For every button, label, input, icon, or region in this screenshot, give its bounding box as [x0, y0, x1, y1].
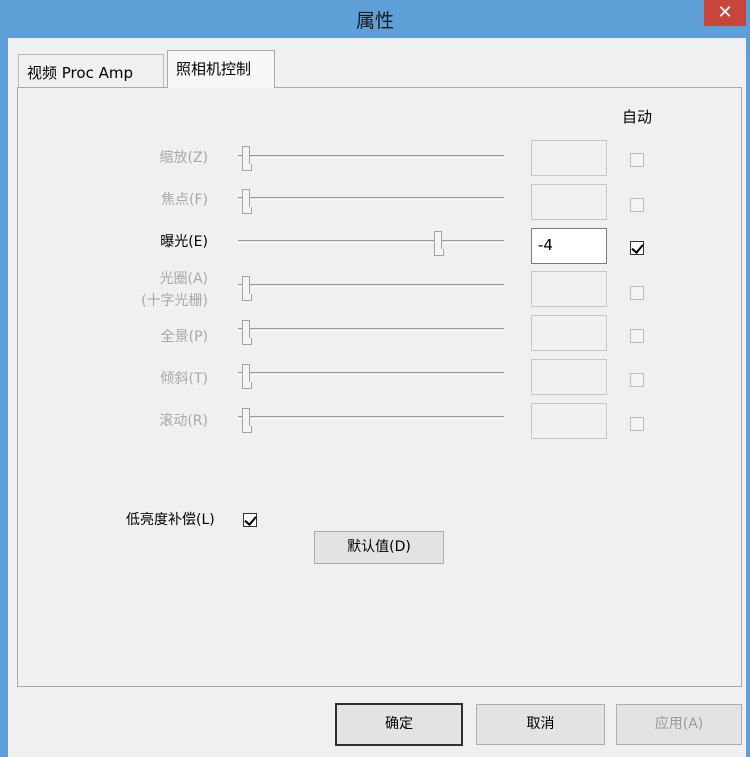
- zoom-slider-track[interactable]: [238, 155, 504, 158]
- iris-value-field[interactable]: [531, 271, 607, 307]
- tilt-slider-track[interactable]: [238, 372, 504, 375]
- auto-column-header: 自动: [622, 108, 653, 126]
- title-bar: 属性 ✕: [0, 0, 750, 38]
- pan-value-field[interactable]: [531, 315, 607, 351]
- zoom-slider-thumb[interactable]: [242, 146, 252, 171]
- cancel-button[interactable]: 取消: [476, 704, 605, 745]
- focus-label: 焦点(F): [161, 192, 208, 208]
- exposure-label: 曝光(E): [160, 234, 208, 250]
- default-button[interactable]: 默认值(D): [314, 531, 444, 564]
- iris-slider-thumb[interactable]: [242, 276, 252, 301]
- tab-camera-control[interactable]: 照相机控制: [167, 50, 275, 88]
- tilt-value-field[interactable]: [531, 359, 607, 395]
- iris-label: 光圈(A): [159, 271, 208, 287]
- pan-label: 全景(P): [160, 329, 208, 345]
- pan-slider-track[interactable]: [238, 328, 504, 331]
- focus-slider-thumb[interactable]: [242, 189, 252, 214]
- iris-label-sub: (十字光栅): [141, 293, 208, 309]
- exposure-auto-checkbox[interactable]: [630, 241, 644, 255]
- tab-video-proc-amp[interactable]: 视频 Proc Amp: [18, 54, 164, 87]
- focus-value-field[interactable]: [531, 184, 607, 220]
- roll-label: 滚动(R): [159, 413, 208, 429]
- low-light-label: 低亮度补偿(L): [126, 512, 215, 528]
- roll-slider-track[interactable]: [238, 416, 504, 419]
- exposure-value-field[interactable]: -4: [531, 228, 607, 264]
- focus-auto-checkbox[interactable]: [630, 198, 644, 212]
- focus-slider-track[interactable]: [238, 197, 504, 200]
- pan-slider-thumb[interactable]: [242, 320, 252, 345]
- zoom-value-field[interactable]: [531, 140, 607, 176]
- roll-auto-checkbox[interactable]: [630, 417, 644, 431]
- zoom-label: 缩放(Z): [159, 150, 208, 166]
- zoom-auto-checkbox[interactable]: [630, 153, 644, 167]
- tilt-label: 倾斜(T): [160, 371, 208, 387]
- roll-slider-thumb[interactable]: [242, 408, 252, 433]
- iris-auto-checkbox[interactable]: [630, 286, 644, 300]
- ok-button[interactable]: 确定: [335, 703, 463, 746]
- roll-value-field[interactable]: [531, 403, 607, 439]
- camera-control-panel: 自动 缩放(Z) 焦点(F) 曝光(E) -4 光圈(A) (十字光栅) 全景(…: [17, 87, 742, 687]
- dialog-body: 视频 Proc Amp 照相机控制 自动 缩放(Z) 焦点(F) 曝光(E) -…: [8, 38, 746, 757]
- pan-auto-checkbox[interactable]: [630, 329, 644, 343]
- iris-slider-track[interactable]: [238, 284, 504, 287]
- low-light-compensation: 低亮度补偿(L): [126, 509, 215, 529]
- tilt-auto-checkbox[interactable]: [630, 373, 644, 387]
- exposure-slider-track[interactable]: [238, 240, 504, 243]
- exposure-slider-thumb[interactable]: [434, 231, 444, 256]
- close-icon[interactable]: ✕: [704, 0, 746, 26]
- tilt-slider-thumb[interactable]: [242, 364, 252, 389]
- apply-button[interactable]: 应用(A): [616, 704, 742, 745]
- window-title: 属性: [355, 10, 394, 32]
- low-light-checkbox[interactable]: [243, 513, 257, 527]
